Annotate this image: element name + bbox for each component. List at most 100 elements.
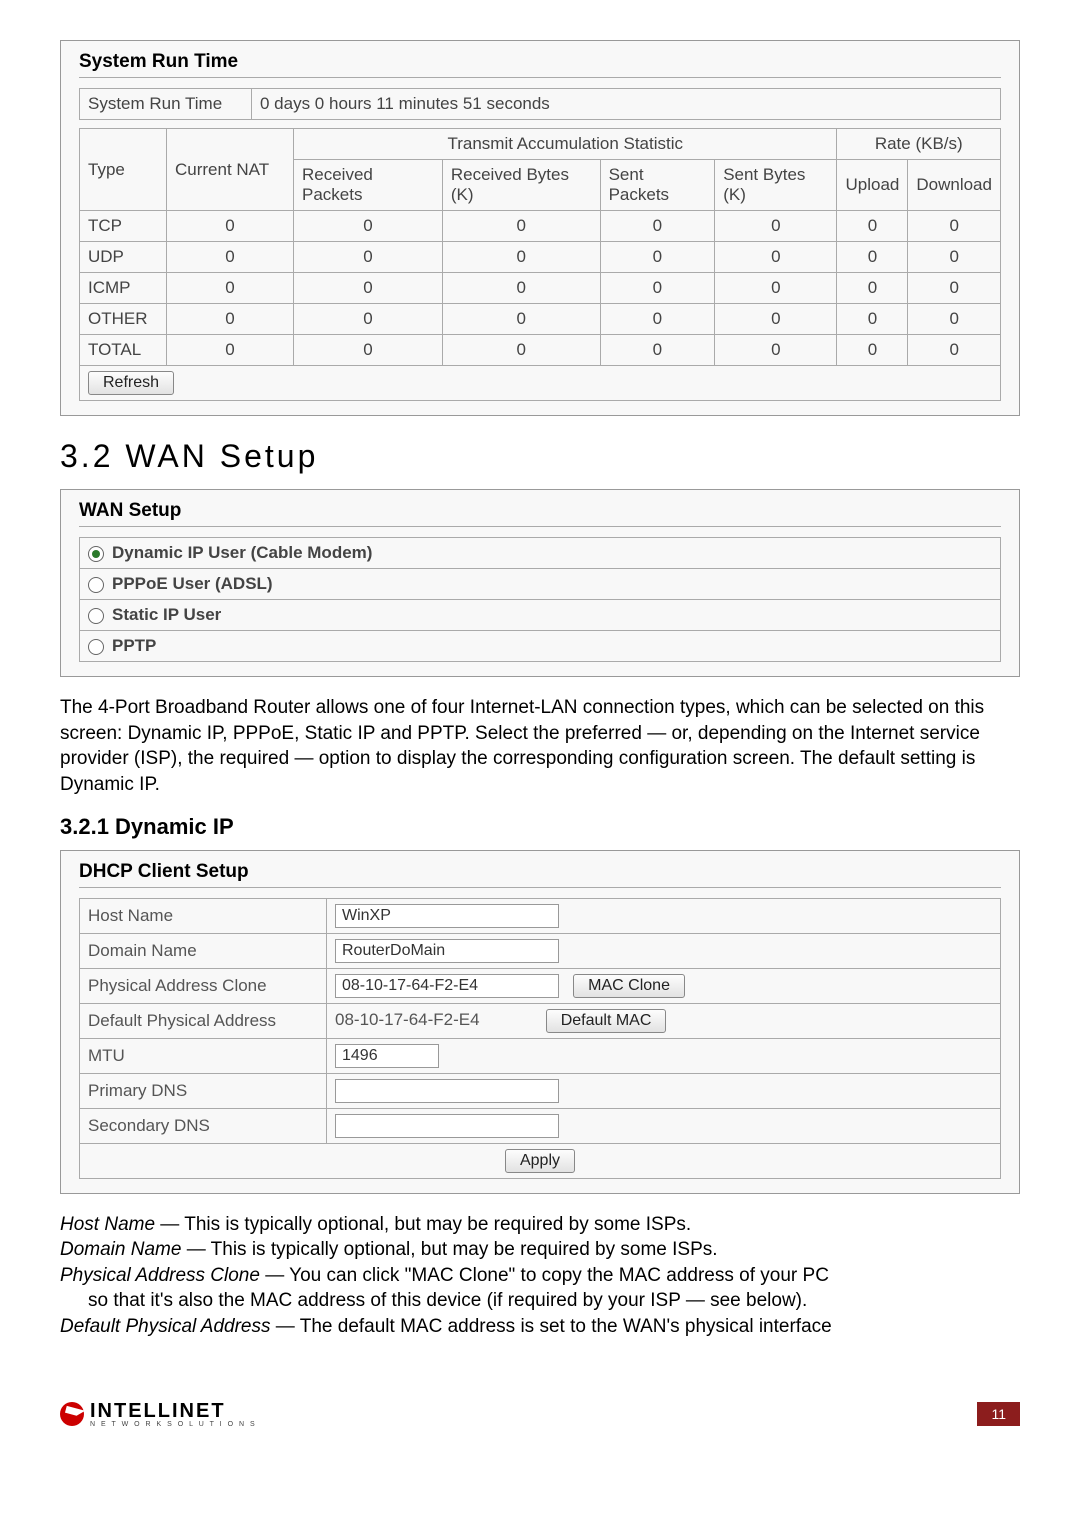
wan-setup-panel: WAN Setup Dynamic IP User (Cable Modem) P… xyxy=(60,489,1020,677)
row-value: 0 xyxy=(715,335,837,366)
row-value: 0 xyxy=(908,273,1001,304)
apply-button[interactable]: Apply xyxy=(505,1149,575,1173)
col-rxp: Received Packets xyxy=(294,160,443,211)
row-type: OTHER xyxy=(80,304,167,335)
row-value: 0 xyxy=(442,335,600,366)
page-footer: INTELLINET N E T W O R K S O L U T I O N… xyxy=(0,1400,1080,1452)
desc-text: so that it's also the MAC address of thi… xyxy=(88,1290,807,1311)
row-value: 0 xyxy=(294,211,443,242)
field-descriptions: Host Name — This is typically optional, … xyxy=(60,1212,1020,1340)
panel-title: DHCP Client Setup xyxy=(79,861,1001,888)
refresh-button[interactable]: Refresh xyxy=(88,371,174,395)
wan-option[interactable]: PPTP xyxy=(80,631,1001,662)
desc-term: Domain Name xyxy=(60,1239,181,1260)
brand-sub: N E T W O R K S O L U T I O N S xyxy=(90,1421,257,1428)
label-host: Host Name xyxy=(80,898,327,933)
wan-options-table: Dynamic IP User (Cable Modem) PPPoE User … xyxy=(79,537,1001,662)
host-input[interactable] xyxy=(335,904,559,928)
row-value: 0 xyxy=(600,273,715,304)
label-domain: Domain Name xyxy=(80,933,327,968)
mtu-input[interactable] xyxy=(335,1044,439,1068)
desc-term: Host Name xyxy=(60,1214,155,1235)
col-rate-group: Rate (KB/s) xyxy=(837,129,1001,160)
row-value: 0 xyxy=(837,273,908,304)
row-type: UDP xyxy=(80,242,167,273)
wan-option[interactable]: PPPoE User (ADSL) xyxy=(80,569,1001,600)
row-type: TOTAL xyxy=(80,335,167,366)
wan-option-label: PPTP xyxy=(112,636,156,655)
runtime-table: System Run Time 0 days 0 hours 11 minute… xyxy=(79,88,1001,120)
label-sdns: Secondary DNS xyxy=(80,1108,327,1143)
wan-option[interactable]: Dynamic IP User (Cable Modem) xyxy=(80,538,1001,569)
dhcp-table: Host Name Domain Name Physical Address C… xyxy=(79,898,1001,1179)
stats-table: Type Current NAT Transmit Accumulation S… xyxy=(79,128,1001,401)
col-dn: Download xyxy=(908,160,1001,211)
row-value: 0 xyxy=(167,335,294,366)
col-type: Type xyxy=(80,129,167,211)
desc-text: — This is typically optional, but may be… xyxy=(181,1239,717,1260)
panel-title: System Run Time xyxy=(79,51,1001,78)
col-nat: Current NAT xyxy=(167,129,294,211)
domain-input[interactable] xyxy=(335,939,559,963)
wan-option-label: PPPoE User (ADSL) xyxy=(112,574,273,593)
row-value: 0 xyxy=(167,242,294,273)
brand-name: INTELLINET xyxy=(90,1400,257,1423)
dhcp-panel: DHCP Client Setup Host Name Domain Name … xyxy=(60,850,1020,1194)
row-value: 0 xyxy=(294,242,443,273)
panel-title: WAN Setup xyxy=(79,500,1001,527)
runtime-label: System Run Time xyxy=(80,89,252,120)
row-value: 0 xyxy=(837,304,908,335)
row-value: 0 xyxy=(442,242,600,273)
mac-clone-button[interactable]: MAC Clone xyxy=(573,974,685,998)
radio-icon[interactable] xyxy=(88,639,104,655)
desc-term: Default Physical Address xyxy=(60,1316,271,1337)
row-value: 0 xyxy=(442,211,600,242)
row-value: 0 xyxy=(167,273,294,304)
row-value: 0 xyxy=(715,273,837,304)
label-clone: Physical Address Clone xyxy=(80,968,327,1003)
row-value: 0 xyxy=(715,211,837,242)
row-value: 0 xyxy=(294,335,443,366)
row-type: TCP xyxy=(80,211,167,242)
brand-logo: INTELLINET N E T W O R K S O L U T I O N… xyxy=(60,1400,257,1428)
row-value: 0 xyxy=(600,211,715,242)
row-type: ICMP xyxy=(80,273,167,304)
pdns-input[interactable] xyxy=(335,1079,559,1103)
wan-description: The 4-Port Broadband Router allows one o… xyxy=(60,695,1020,798)
radio-icon[interactable] xyxy=(88,608,104,624)
col-txb: Sent Bytes (K) xyxy=(715,160,837,211)
label-mtu: MTU xyxy=(80,1038,327,1073)
wan-option[interactable]: Static IP User xyxy=(80,600,1001,631)
row-value: 0 xyxy=(294,273,443,304)
row-value: 0 xyxy=(908,211,1001,242)
col-trans-group: Transmit Accumulation Statistic xyxy=(294,129,837,160)
sdns-input[interactable] xyxy=(335,1114,559,1138)
row-value: 0 xyxy=(442,304,600,335)
row-value: 0 xyxy=(908,242,1001,273)
radio-icon[interactable] xyxy=(88,577,104,593)
label-pdns: Primary DNS xyxy=(80,1073,327,1108)
default-mac-button[interactable]: Default MAC xyxy=(546,1009,667,1033)
row-value: 0 xyxy=(294,304,443,335)
radio-icon[interactable] xyxy=(88,546,104,562)
section-heading: 3.2 WAN Setup xyxy=(60,438,1020,475)
desc-term: Physical Address Clone xyxy=(60,1265,260,1286)
runtime-value: 0 days 0 hours 11 minutes 51 seconds xyxy=(252,89,1001,120)
row-value: 0 xyxy=(837,335,908,366)
row-value: 0 xyxy=(908,304,1001,335)
col-txp: Sent Packets xyxy=(600,160,715,211)
wan-option-label: Static IP User xyxy=(112,605,221,624)
subsection-heading: 3.2.1 Dynamic IP xyxy=(60,814,1020,840)
system-run-time-panel: System Run Time System Run Time 0 days 0… xyxy=(60,40,1020,416)
label-defmac: Default Physical Address xyxy=(80,1003,327,1038)
defmac-value: 08-10-17-64-F2-E4 xyxy=(335,1010,480,1029)
row-value: 0 xyxy=(167,304,294,335)
row-value: 0 xyxy=(600,242,715,273)
page-number: 11 xyxy=(977,1402,1020,1426)
row-value: 0 xyxy=(600,304,715,335)
row-value: 0 xyxy=(167,211,294,242)
col-up: Upload xyxy=(837,160,908,211)
clone-input[interactable] xyxy=(335,974,559,998)
row-value: 0 xyxy=(715,242,837,273)
wan-option-label: Dynamic IP User (Cable Modem) xyxy=(112,543,372,562)
